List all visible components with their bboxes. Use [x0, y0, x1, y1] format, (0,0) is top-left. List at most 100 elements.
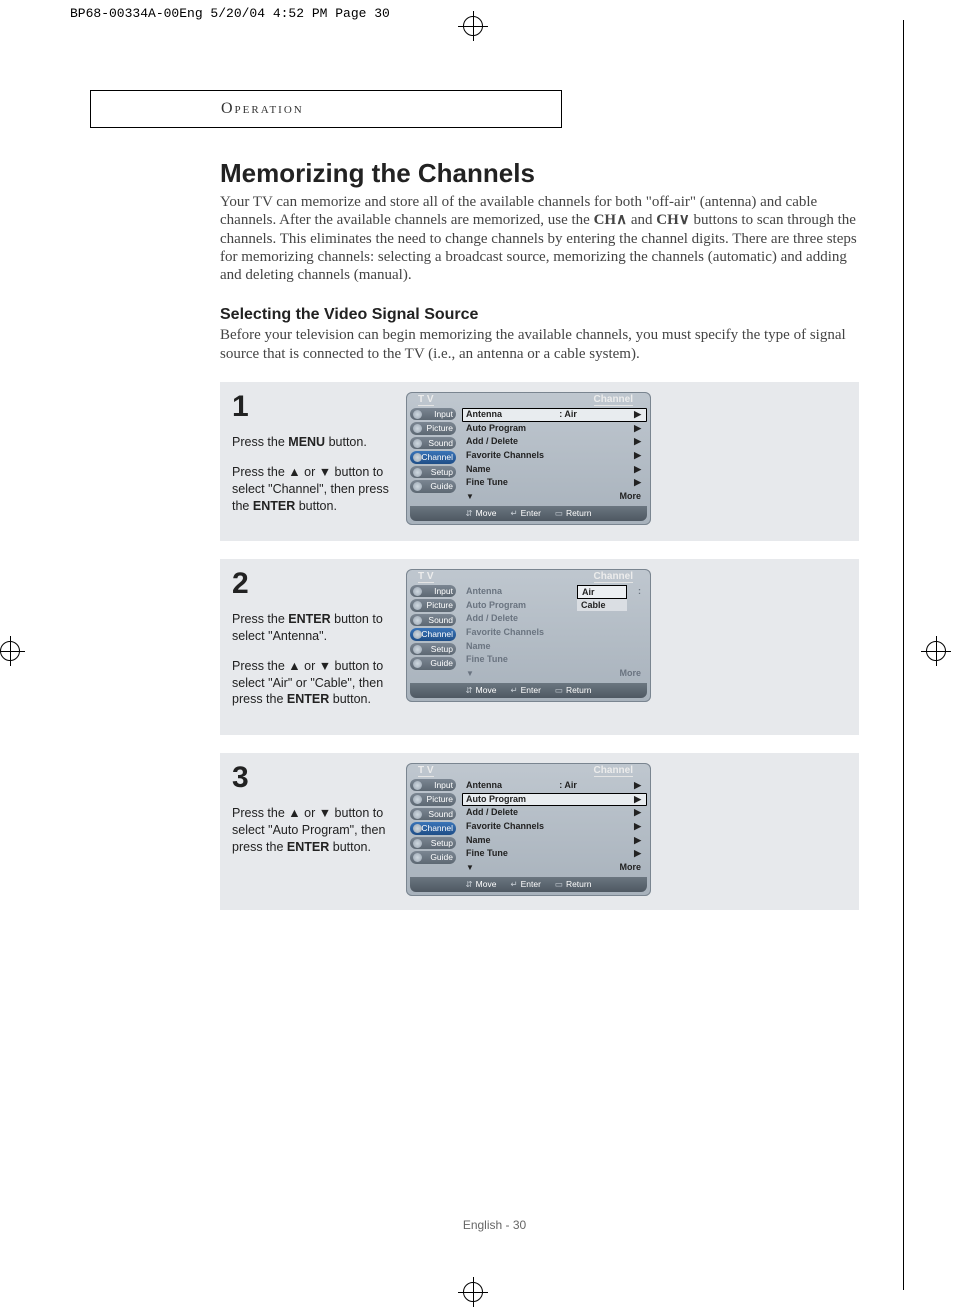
- osd-title-left: T V: [418, 571, 434, 583]
- right-arrow-icon: ▶: [634, 835, 641, 847]
- section-tab: Operation: [90, 90, 562, 128]
- crop-mark-right: [926, 641, 954, 669]
- osd-row-fav: Favorite Channels▶: [462, 449, 647, 463]
- osd-row-more: More: [462, 861, 647, 875]
- osd-menu-list: Antenna: Air▶ Auto Program▶ Add / Delete…: [462, 779, 647, 875]
- sound-icon: [413, 616, 422, 625]
- osd-side-setup: Setup: [410, 643, 456, 656]
- osd-row-antenna: Antenna: Air▶: [462, 779, 647, 793]
- osd-footer-enter: Enter: [510, 879, 540, 890]
- osd-row-fine: Fine Tune▶: [462, 847, 647, 861]
- right-arrow-icon: ▶: [634, 780, 641, 792]
- osd-title-left: T V: [418, 765, 434, 777]
- osd-row-name: Name: [462, 640, 647, 654]
- guide-icon: [413, 659, 422, 668]
- osd-title-right: Channel: [594, 394, 633, 406]
- osd-sidebar: Input Picture Sound Channel Setup Guide: [410, 408, 456, 504]
- picture-icon: [413, 795, 422, 804]
- osd-screenshot-1: T V Channel Input Picture Sound Channel …: [406, 392, 651, 525]
- step-3-text: Press the ▲ or ▼ button to select "Auto …: [232, 805, 392, 856]
- osd-side-picture: Picture: [410, 422, 456, 435]
- osd-row-antenna: Antenna: Air▶: [462, 408, 647, 422]
- guide-icon: [413, 853, 422, 862]
- osd-row-more: More: [462, 490, 647, 504]
- right-arrow-icon: ▶: [634, 436, 641, 448]
- picture-icon: [413, 424, 422, 433]
- ch-down-label: CH∨: [656, 212, 689, 228]
- input-icon: [413, 781, 422, 790]
- dropdown-cable: Cable: [577, 599, 627, 611]
- osd-row-fav: Favorite Channels▶: [462, 820, 647, 834]
- osd-footer-return: Return: [555, 879, 592, 890]
- osd-row-fine: Fine Tune▶: [462, 476, 647, 490]
- right-arrow-icon: ▶: [634, 464, 641, 476]
- sub-intro: Before your television can begin memoriz…: [220, 326, 859, 364]
- right-arrow-icon: ▶: [634, 423, 641, 435]
- ch-up-icon: ∧: [616, 212, 627, 228]
- guide-icon: [413, 482, 422, 491]
- osd-screenshot-3: T V Channel Input Picture Sound Channel …: [406, 763, 651, 896]
- osd-side-sound: Sound: [410, 808, 456, 821]
- osd-footer: Move Enter Return: [410, 877, 647, 892]
- setup-icon: [413, 645, 422, 654]
- osd-side-setup: Setup: [410, 837, 456, 850]
- osd-row-fav: Favorite Channels: [462, 626, 647, 640]
- osd-side-channel: Channel: [410, 451, 456, 464]
- osd-menu-list: Antenna: Air▶ Auto Program▶ Add / Delete…: [462, 408, 647, 504]
- osd-side-input: Input: [410, 408, 456, 421]
- crop-mark-bottom: [463, 1282, 491, 1310]
- setup-icon: [413, 468, 422, 477]
- osd-side-guide: Guide: [410, 480, 456, 493]
- antenna-dropdown: Air Cable: [577, 585, 627, 611]
- dropdown-air: Air: [577, 585, 627, 599]
- osd-footer-move: Move: [466, 879, 497, 890]
- section-label: Operation: [221, 100, 304, 118]
- osd-footer-move: Move: [466, 508, 497, 519]
- page-title: Memorizing the Channels: [220, 158, 859, 189]
- crop-mark-left: [0, 641, 28, 669]
- page-footer: English - 30: [90, 1218, 899, 1232]
- step-1-text-a: Press the MENU button.: [232, 434, 392, 451]
- step-2: 2 Press the ENTER button to select "Ante…: [220, 559, 859, 735]
- right-arrow-icon: ▶: [634, 794, 641, 806]
- osd-row-adddelete: Add / Delete: [462, 612, 647, 626]
- page-edge-rule: [903, 20, 904, 1290]
- osd-screenshot-2: T V Channel Input Picture Sound Channel …: [406, 569, 651, 702]
- ch-up-label: CH∧: [594, 212, 627, 228]
- step-1-text-b: Press the ▲ or ▼ button to select "Chann…: [232, 464, 392, 515]
- crop-mark-top: [463, 16, 491, 44]
- step-3-number: 3: [232, 763, 392, 793]
- osd-side-guide: Guide: [410, 851, 456, 864]
- step-1-number: 1: [232, 392, 392, 422]
- osd-row-adddelete: Add / Delete▶: [462, 435, 647, 449]
- intro-and: and: [631, 212, 656, 228]
- osd-side-input: Input: [410, 585, 456, 598]
- osd-side-picture: Picture: [410, 793, 456, 806]
- step-2-text-b: Press the ▲ or ▼ button to select "Air" …: [232, 658, 392, 709]
- osd-side-sound: Sound: [410, 437, 456, 450]
- osd-side-setup: Setup: [410, 466, 456, 479]
- section-subtitle: Selecting the Video Signal Source: [220, 306, 859, 324]
- sound-icon: [413, 810, 422, 819]
- sound-icon: [413, 439, 422, 448]
- input-icon: [413, 410, 422, 419]
- right-arrow-icon: ▶: [634, 477, 641, 489]
- input-icon: [413, 587, 422, 596]
- osd-footer-move: Move: [466, 685, 497, 696]
- osd-footer-enter: Enter: [510, 508, 540, 519]
- osd-footer-return: Return: [555, 508, 592, 519]
- osd-side-picture: Picture: [410, 599, 456, 612]
- step-3: 3 Press the ▲ or ▼ button to select "Aut…: [220, 753, 859, 910]
- osd-footer: Move Enter Return: [410, 683, 647, 698]
- osd-row-name: Name▶: [462, 834, 647, 848]
- osd-row-adddelete: Add / Delete▶: [462, 806, 647, 820]
- right-arrow-icon: ▶: [634, 409, 641, 421]
- osd-title-right: Channel: [594, 765, 633, 777]
- osd-sidebar: Input Picture Sound Channel Setup Guide: [410, 779, 456, 875]
- osd-sidebar: Input Picture Sound Channel Setup Guide: [410, 585, 456, 681]
- right-arrow-icon: ▶: [634, 450, 641, 462]
- right-arrow-icon: ▶: [634, 821, 641, 833]
- osd-title-left: T V: [418, 394, 434, 406]
- osd-title-right: Channel: [594, 571, 633, 583]
- step-2-text-a: Press the ENTER button to select "Antenn…: [232, 611, 392, 645]
